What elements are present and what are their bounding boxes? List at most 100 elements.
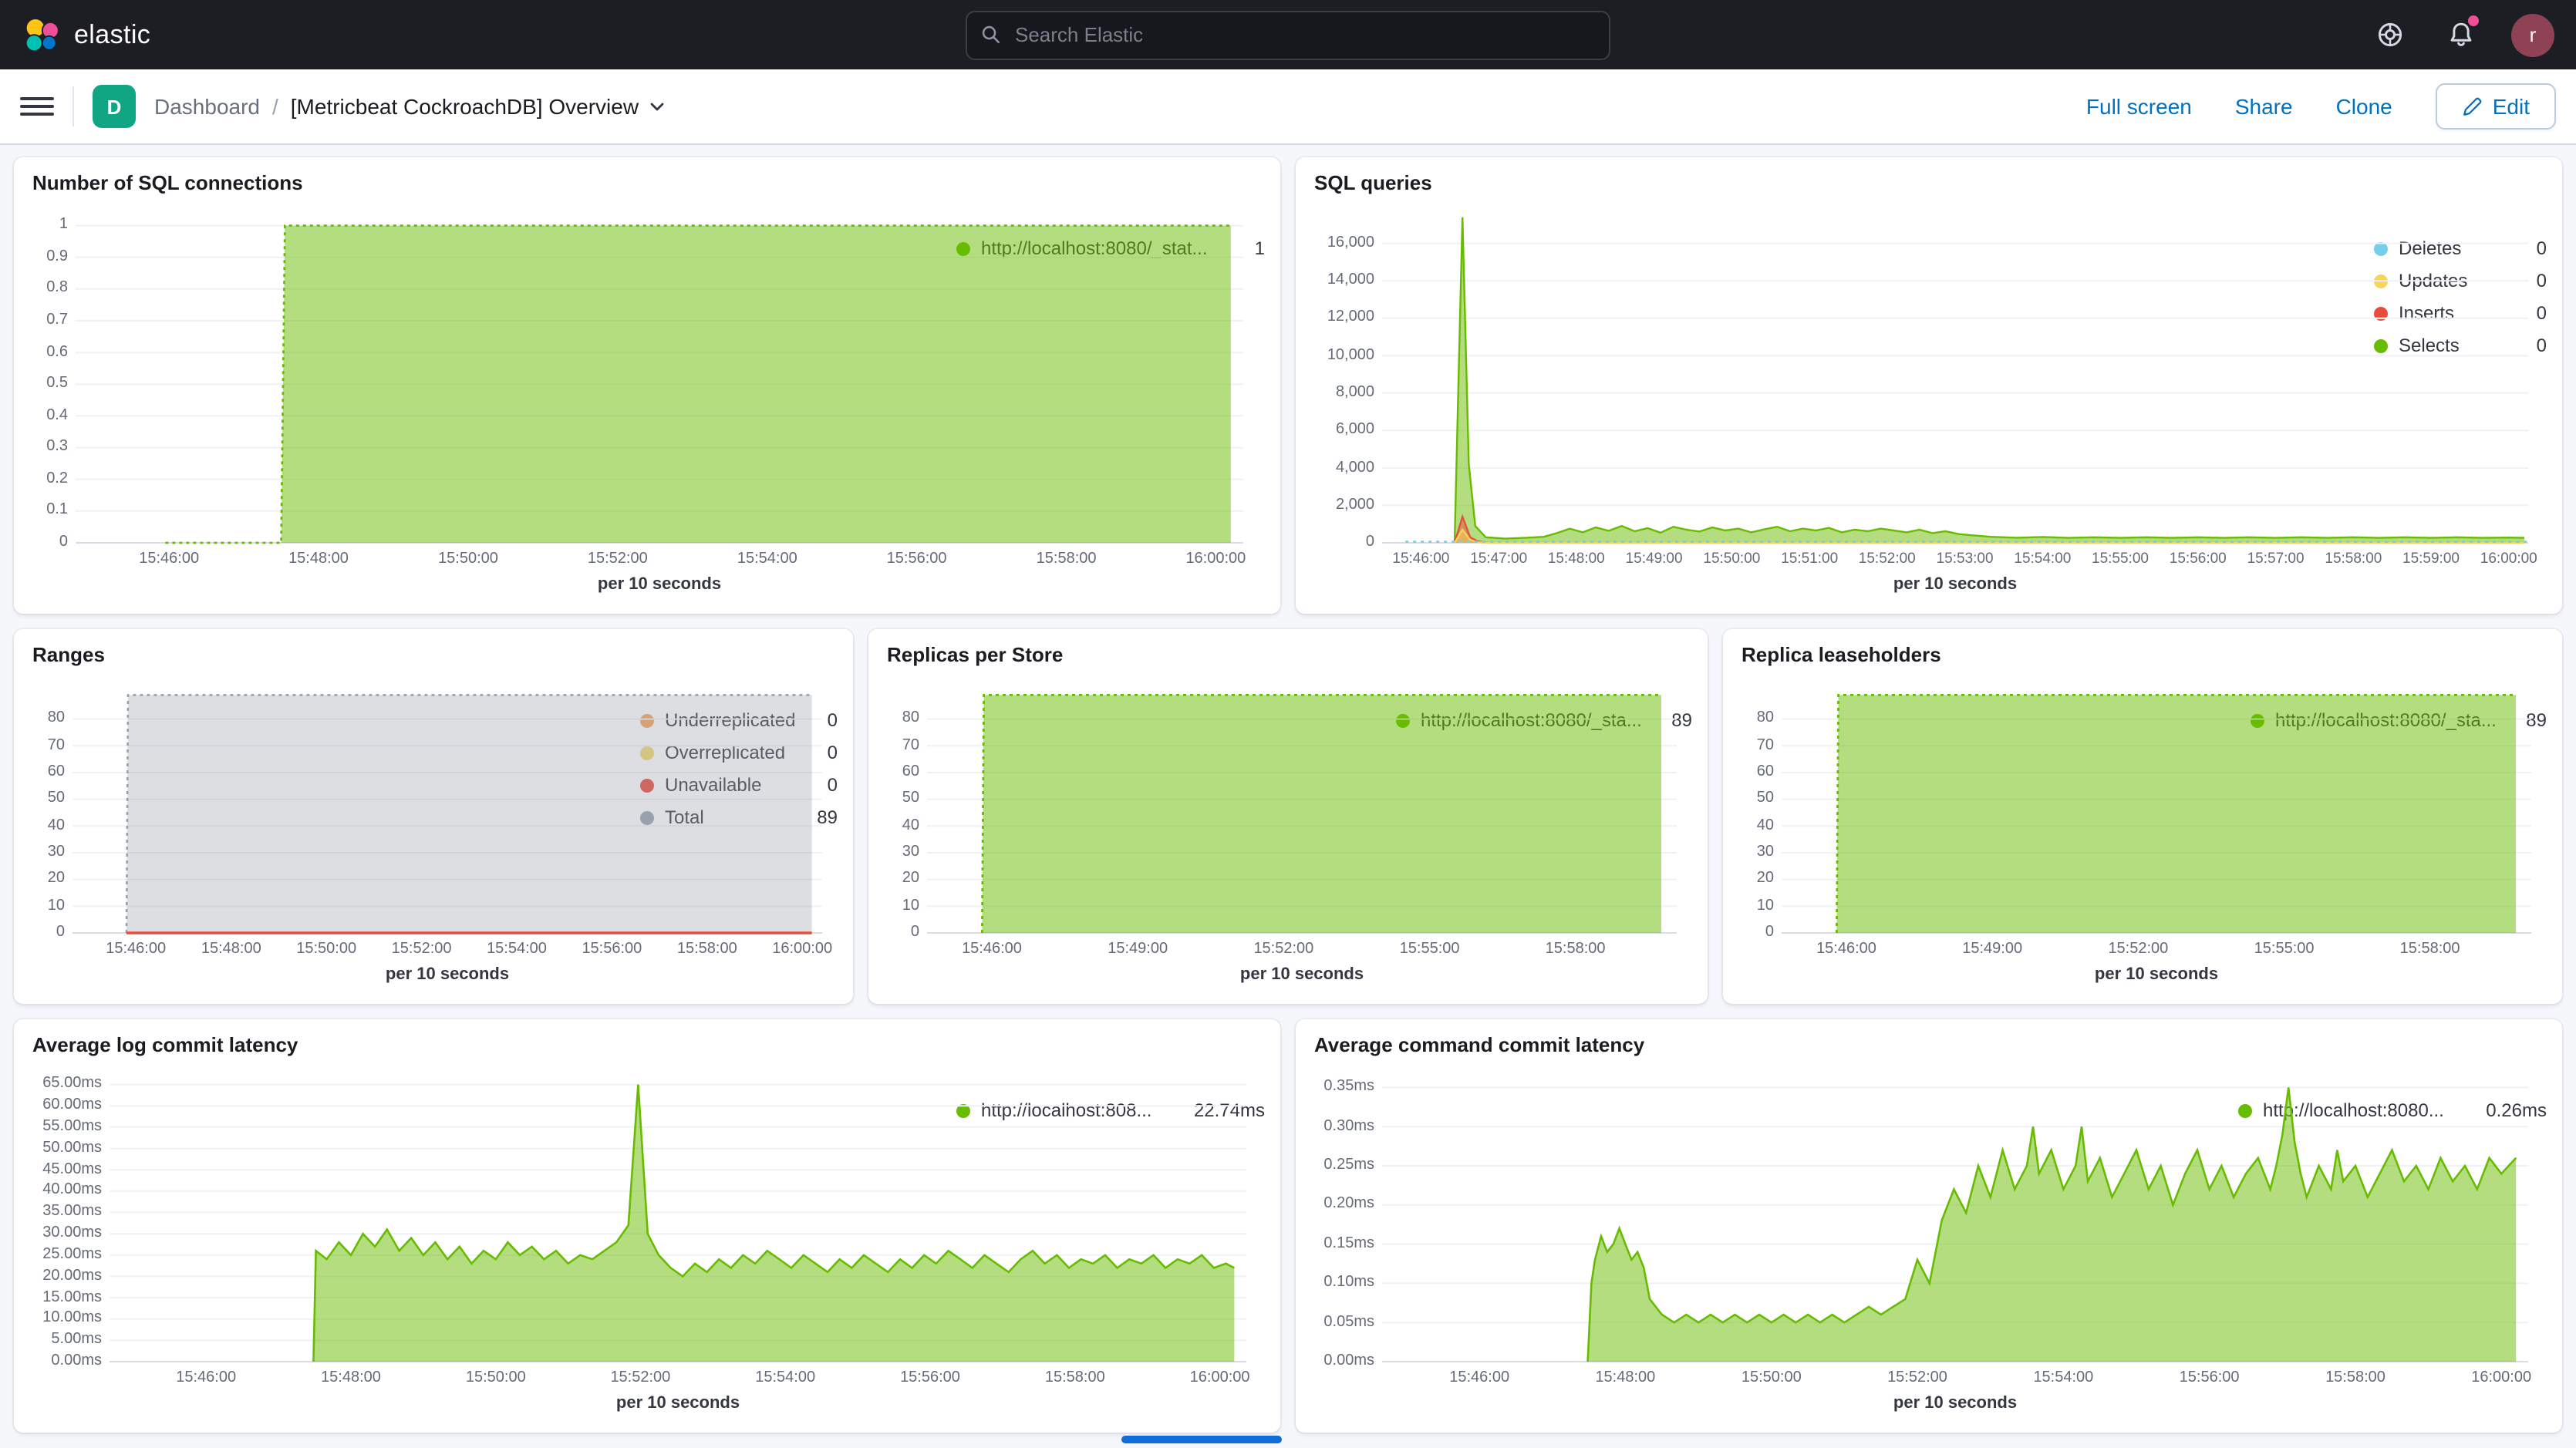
- y-axis-tick: 10: [884, 897, 919, 915]
- bell-icon: [2447, 22, 2473, 48]
- chart-canvas[interactable]: [1311, 197, 2547, 604]
- y-axis-tick: 50: [29, 790, 65, 809]
- x-axis-tick: 15:56:00: [868, 551, 966, 569]
- x-axis-tick: 15:46:00: [1430, 1369, 1529, 1388]
- toolbar-actions: Full screen Share Clone Edit: [2086, 83, 2556, 130]
- x-axis-tick: 15:48:00: [182, 941, 281, 959]
- replicas-per-store-chart[interactable]: 0102030405060708015:46:0015:49:0015:52:0…: [884, 669, 1396, 995]
- x-axis-caption: per 10 seconds: [1382, 1394, 2528, 1413]
- elastic-logo: [22, 15, 62, 55]
- search-input[interactable]: [1012, 22, 1595, 48]
- chart-canvas[interactable]: [29, 197, 1265, 604]
- breadcrumb-current[interactable]: [Metricbeat CockroachDB] Overview: [291, 94, 666, 119]
- y-axis-tick: 0: [884, 924, 919, 942]
- y-axis-tick: 8,000: [1311, 384, 1374, 402]
- y-axis-tick: 40.00ms: [29, 1182, 102, 1200]
- x-axis-tick: 15:46:00: [120, 551, 218, 569]
- x-axis-caption: per 10 seconds: [1782, 965, 2531, 984]
- menu-button[interactable]: [20, 89, 54, 123]
- y-axis-tick: 60.00ms: [29, 1096, 102, 1115]
- panel-title: Ranges: [32, 643, 838, 666]
- x-axis-tick: 15:48:00: [1576, 1369, 1674, 1388]
- y-axis-tick: 0.25ms: [1311, 1157, 1374, 1175]
- y-axis-tick: 10,000: [1311, 346, 1374, 365]
- edit-button[interactable]: Edit: [2436, 83, 2556, 130]
- dashboard-toolbar: D Dashboard / [Metricbeat CockroachDB] O…: [0, 69, 2576, 145]
- x-axis-tick: 15:50:00: [1722, 1369, 1821, 1388]
- y-axis-tick: 20: [29, 870, 65, 889]
- y-axis-tick: 0: [29, 534, 68, 552]
- global-search[interactable]: [966, 10, 1610, 59]
- x-axis-tick: 15:54:00: [467, 941, 566, 959]
- y-axis-tick: 65.00ms: [29, 1076, 102, 1094]
- x-axis-tick: 15:46:00: [1797, 941, 1896, 959]
- command-commit-latency-chart[interactable]: 0.00ms0.05ms0.10ms0.15ms0.20ms0.25ms0.30…: [1311, 1059, 2238, 1423]
- y-axis-tick: 0: [1738, 924, 1774, 942]
- breadcrumb-separator: /: [272, 94, 278, 119]
- share-button[interactable]: Share: [2235, 94, 2293, 119]
- x-axis-tick: 15:58:00: [658, 941, 757, 959]
- panel-number-of-sql-connections: Number of SQL connections 00.10.20.30.40…: [14, 157, 1280, 614]
- notifications-button[interactable]: [2440, 15, 2480, 55]
- ranges-chart[interactable]: 0102030405060708015:46:0015:48:0015:50:0…: [29, 669, 640, 995]
- y-axis-tick: 25.00ms: [29, 1246, 102, 1264]
- breadcrumb-dashboard[interactable]: Dashboard: [154, 94, 260, 119]
- x-axis-tick: 16:00:00: [2460, 551, 2558, 569]
- y-axis-tick: 40: [29, 817, 65, 835]
- x-axis-tick: 15:48:00: [302, 1369, 400, 1388]
- y-axis-tick: 5.00ms: [29, 1331, 102, 1349]
- x-axis-tick: 15:54:00: [2014, 1369, 2112, 1388]
- y-axis-tick: 80: [1738, 710, 1774, 729]
- clone-button[interactable]: Clone: [2336, 94, 2392, 119]
- space-badge[interactable]: D: [93, 85, 136, 128]
- x-axis-tick: 15:56:00: [881, 1369, 979, 1388]
- sql-connections-chart[interactable]: 00.10.20.30.40.50.60.70.80.9115:46:0015:…: [29, 197, 956, 604]
- kibana-app: elastic: [0, 0, 2576, 1448]
- y-axis-tick: 4,000: [1311, 459, 1374, 477]
- panel-sql-queries: SQL queries 02,0004,0006,0008,00010,0001…: [1296, 157, 2562, 614]
- edit-button-label: Edit: [2493, 94, 2530, 119]
- y-axis-tick: 20: [884, 870, 919, 889]
- y-axis-tick: 0.7: [29, 311, 68, 330]
- y-axis-tick: 50: [884, 790, 919, 809]
- y-axis-tick: 70: [29, 736, 65, 755]
- x-axis-tick: 15:55:00: [2235, 941, 2334, 959]
- space-badge-letter: D: [107, 95, 122, 118]
- search-icon: [981, 25, 1001, 45]
- sql-queries-chart[interactable]: 02,0004,0006,0008,00010,00012,00014,0001…: [1311, 197, 2374, 604]
- x-axis-tick: 15:52:00: [2089, 941, 2187, 959]
- y-axis-tick: 20.00ms: [29, 1267, 102, 1285]
- y-axis-tick: 15.00ms: [29, 1288, 102, 1307]
- x-axis-tick: 15:56:00: [562, 941, 661, 959]
- horizontal-scrollbar-thumb[interactable]: [1121, 1436, 1282, 1443]
- log-commit-latency-chart[interactable]: 0.00ms5.00ms10.00ms15.00ms20.00ms25.00ms…: [29, 1059, 956, 1423]
- y-axis-tick: 1: [29, 217, 68, 235]
- help-button[interactable]: [2369, 15, 2409, 55]
- header-actions: r: [2369, 13, 2554, 56]
- elastic-brand[interactable]: elastic: [22, 15, 150, 55]
- x-axis-caption: per 10 seconds: [72, 965, 822, 984]
- panel-title: Average command commit latency: [1314, 1033, 2547, 1056]
- panel-title: SQL queries: [1314, 171, 2547, 194]
- replica-leaseholders-chart[interactable]: 0102030405060708015:46:0015:49:0015:52:0…: [1738, 669, 2251, 995]
- x-axis-caption: per 10 seconds: [76, 575, 1243, 594]
- avatar-initial: r: [2530, 23, 2537, 46]
- x-axis-tick: 16:00:00: [753, 941, 851, 959]
- y-axis-tick: 35.00ms: [29, 1203, 102, 1221]
- y-axis-tick: 40: [884, 817, 919, 835]
- y-axis-tick: 55.00ms: [29, 1118, 102, 1137]
- y-axis-tick: 60: [1738, 763, 1774, 782]
- toolbar-divider: [72, 86, 74, 126]
- panel-average-command-commit-latency: Average command commit latency 0.00ms0.0…: [1296, 1019, 2562, 1433]
- x-axis-tick: 15:58:00: [2306, 1369, 2405, 1388]
- y-axis-tick: 6,000: [1311, 421, 1374, 439]
- y-axis-tick: 30: [1738, 844, 1774, 862]
- x-axis-tick: 15:54:00: [736, 1369, 835, 1388]
- y-axis-tick: 0.4: [29, 406, 68, 425]
- x-axis-tick: 15:49:00: [1943, 941, 2042, 959]
- y-axis-tick: 70: [1738, 736, 1774, 755]
- user-avatar[interactable]: r: [2511, 13, 2554, 56]
- y-axis-tick: 10: [1738, 897, 1774, 915]
- notification-badge: [2468, 15, 2479, 25]
- full-screen-button[interactable]: Full screen: [2086, 94, 2192, 119]
